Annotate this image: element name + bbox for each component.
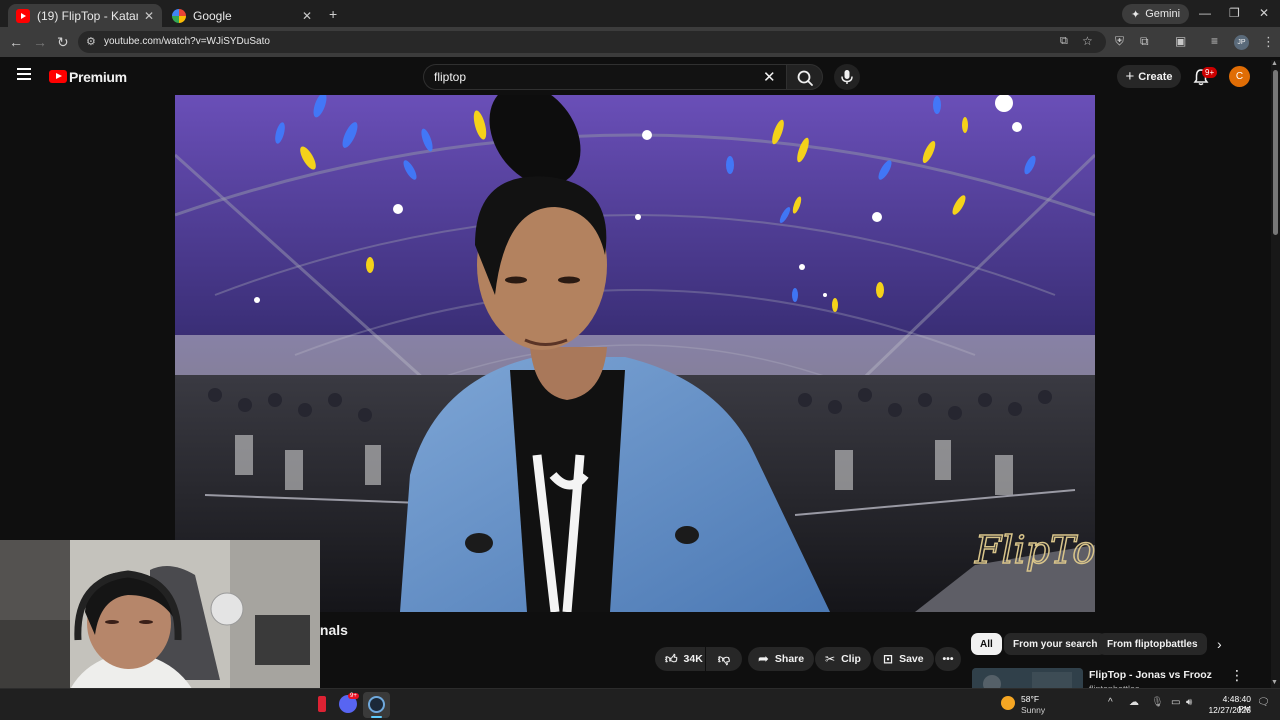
close-tab-icon[interactable]: ✕ (144, 9, 154, 23)
search-icon (797, 70, 813, 86)
minimize-icon[interactable]: — (1199, 6, 1211, 20)
thumbnail-image (972, 668, 1083, 690)
thumbs-down-icon: 👎︎ (717, 651, 731, 666)
tab-title: (19) FlipTop - Katana vs Lhipkram (37, 8, 138, 23)
video-watermark: FlipTop (974, 528, 1095, 572)
steam-taskbar-button[interactable] (363, 692, 390, 718)
reload-icon[interactable]: ↻ (57, 34, 69, 51)
install-app-icon[interactable]: ⧉ (1060, 35, 1068, 48)
microphone-tray-icon[interactable]: 🎙︎ (1151, 697, 1164, 708)
windows-taskbar (0, 688, 1280, 720)
microphone-icon (841, 70, 853, 84)
save-button[interactable]: ⊡ Save (873, 647, 934, 671)
google-icon (172, 8, 186, 23)
bookmark-star-icon[interactable]: ☆ (1082, 34, 1093, 48)
share-arrow-icon: ➦ (758, 651, 769, 666)
youtube-icon (16, 8, 30, 23)
scroll-down-icon[interactable]: ▼ (1271, 679, 1278, 686)
account-avatar[interactable]: C (1229, 66, 1250, 87)
notification-center-icon[interactable]: 🗨︎ (1257, 697, 1270, 708)
url-text[interactable]: youtube.com/watch?v=WJiSYDuSato (104, 36, 270, 47)
close-tab-icon[interactable]: ✕ (302, 9, 312, 23)
weather-condition[interactable]: Sunny (1021, 705, 1045, 715)
sun-icon[interactable] (1001, 696, 1015, 710)
share-button[interactable]: ➦ Share (748, 647, 815, 671)
more-actions-button[interactable]: ••• (935, 647, 961, 671)
notification-badge: 9+ (1202, 67, 1218, 78)
share-label: Share (774, 653, 805, 665)
chevron-right-icon[interactable]: › (1217, 636, 1222, 652)
media-control-icon[interactable]: ≡ (1211, 34, 1218, 48)
browser-menu-icon[interactable]: ⋮ (1262, 34, 1275, 50)
clip-button[interactable]: ✂ Clip (815, 647, 871, 671)
search-input[interactable]: fliptop (434, 70, 466, 84)
active-indicator (371, 716, 382, 718)
extensions-icon[interactable]: ⧉ (1140, 34, 1149, 49)
clip-label: Clip (841, 653, 861, 665)
chip-from-your-search[interactable]: From your search (1004, 633, 1107, 655)
sparkle-icon: ✦ (1131, 8, 1141, 21)
brand-label[interactable]: Premium (69, 69, 127, 85)
shield-icon[interactable]: ⛨ (1115, 34, 1124, 49)
voice-search-button[interactable] (834, 64, 860, 90)
video-title: inals (316, 622, 348, 638)
profile-avatar[interactable]: JP (1234, 35, 1249, 50)
tray-chevron-up-icon[interactable]: ^ (1108, 697, 1113, 708)
bookmark-icon: ⊡ (883, 652, 894, 666)
volume-icon[interactable]: 🔊︎ (1186, 697, 1192, 708)
site-info-icon[interactable]: ⚙ (86, 35, 96, 48)
gemini-label: Gemini (1145, 8, 1181, 20)
thumbs-up-icon: 👍︎ (665, 651, 678, 666)
save-label: Save (899, 653, 924, 665)
like-button[interactable]: 👍︎ 34K (655, 647, 705, 671)
restore-icon[interactable]: ❐ (1229, 6, 1240, 20)
like-count: 34K (683, 653, 703, 665)
scroll-up-icon[interactable]: ▲ (1271, 60, 1278, 67)
chip-all[interactable]: All (971, 633, 1002, 655)
search-button[interactable] (786, 64, 823, 90)
tab-youtube[interactable]: (19) FlipTop - Katana vs Lhipkram ✕ (8, 4, 162, 27)
scissors-icon: ✂ (825, 652, 836, 666)
create-button[interactable]: + Create (1117, 65, 1181, 88)
recommended-title[interactable]: FlipTop - Jonas vs Frooz (1089, 669, 1212, 681)
steam-icon (368, 696, 385, 713)
chip-from-fliptopbattles[interactable]: From fliptopbattles (1098, 633, 1207, 655)
video-frame: FlipTop (175, 95, 1095, 612)
new-tab-button[interactable]: + (329, 6, 337, 22)
cloud-icon[interactable]: ☁ (1129, 697, 1139, 708)
taskbar-app-icon[interactable] (318, 696, 326, 712)
more-horizontal-icon: ••• (942, 653, 954, 665)
gemini-button[interactable]: ✦ Gemini (1122, 4, 1190, 24)
tab-title: Google (193, 8, 232, 23)
menu-icon[interactable] (17, 68, 31, 80)
plus-icon: + (1125, 68, 1135, 85)
video-player[interactable]: FlipTop (175, 95, 1095, 612)
tab-google[interactable]: Google ✕ (164, 4, 320, 27)
forward-icon[interactable]: → (33, 34, 47, 50)
discord-badge: 9+ (348, 693, 359, 699)
youtube-logo-icon[interactable] (49, 70, 67, 83)
close-window-icon[interactable]: ✕ (1259, 6, 1269, 20)
dislike-button[interactable]: 👎︎ (706, 647, 742, 671)
recommended-more-icon[interactable]: ⋮ (1230, 667, 1244, 684)
back-icon[interactable]: ← (9, 34, 23, 50)
search-box[interactable] (423, 64, 787, 90)
clock-date[interactable]: 12/27/2025 (1205, 705, 1251, 715)
split-view-icon[interactable]: ▣ (1175, 34, 1186, 48)
clear-search-icon[interactable]: ✕ (763, 68, 776, 86)
network-icon[interactable]: ▭ (1171, 697, 1180, 708)
recommended-thumbnail[interactable] (972, 668, 1083, 690)
create-label: Create (1138, 70, 1173, 83)
scrollbar-thumb[interactable] (1273, 70, 1278, 235)
weather-temperature[interactable]: 58°F (1021, 694, 1039, 704)
